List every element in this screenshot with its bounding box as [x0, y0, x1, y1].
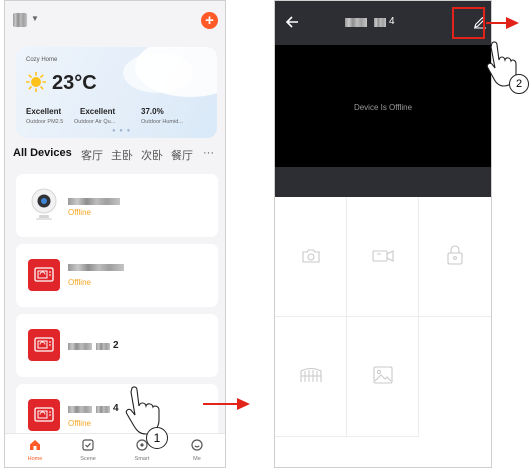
snapshot-control[interactable] [275, 197, 347, 317]
home-name: Cozy Home [26, 57, 58, 63]
nav-me-label: Me [193, 456, 201, 462]
air-quality-value: Excellent [80, 107, 116, 116]
edit-highlight-box [452, 7, 485, 39]
humidity-value: 37.0% [141, 107, 164, 116]
device-status: Offline [68, 419, 91, 428]
device-name-suffix: 4 [113, 403, 119, 414]
temperature: 23°C [52, 72, 97, 94]
device-name [96, 343, 110, 350]
more-tabs-icon[interactable]: ··· [203, 147, 214, 159]
intercom-device-icon [28, 329, 60, 361]
device-name [68, 264, 124, 271]
scene-icon [82, 439, 94, 451]
video-record-icon [372, 250, 394, 262]
device-title-suffix: 4 [389, 16, 395, 27]
pm25-label: Outdoor PM2.5 [26, 119, 64, 125]
chevron-down-icon[interactable]: ▼ [31, 14, 39, 23]
record-control[interactable] [347, 197, 419, 317]
me-icon [191, 439, 203, 451]
back-arrow-icon[interactable] [285, 15, 299, 29]
home-screen: ▼ + Cozy Home 23°C Excellent Outdoor PM2… [4, 0, 226, 468]
device-card[interactable]: Offline [16, 244, 218, 307]
device-status: Offline [68, 278, 91, 287]
nav-home-label: Home [27, 456, 43, 462]
device-title [374, 18, 386, 27]
device-card[interactable]: Offline [16, 174, 218, 237]
device-name-suffix: 2 [113, 340, 119, 351]
device-name [68, 406, 92, 413]
pm25-value: Excellent [26, 107, 62, 116]
intercom-device-icon [28, 259, 60, 291]
unlock-control[interactable] [419, 197, 491, 317]
bottom-nav: Home Scene Smart Me [5, 433, 225, 467]
offline-message: Device Is Offline [353, 103, 413, 112]
nav-scene-label: Scene [80, 456, 96, 462]
home-selector[interactable] [13, 13, 27, 27]
humidity-label: Outdoor Humid... [141, 119, 183, 125]
callout-1: 1 [146, 427, 168, 449]
tab-dining-room[interactable]: 餐厅 [171, 147, 193, 163]
nav-smart-label: Smart [134, 456, 150, 462]
gate-control[interactable] [275, 317, 347, 437]
nav-home[interactable]: Home [15, 434, 55, 467]
home-icon [30, 440, 40, 450]
page-dots: ● ● ● [112, 128, 132, 134]
camera-device-icon [31, 188, 57, 220]
arrow-right-icon [486, 17, 519, 29]
arrow-right-icon [203, 398, 250, 410]
device-status: Offline [68, 208, 91, 217]
add-device-button[interactable]: + [201, 12, 218, 29]
intercom-device-icon [28, 399, 60, 431]
device-name [96, 406, 110, 413]
image-gallery-icon [373, 366, 393, 384]
cloud-decoration [123, 53, 193, 93]
control-strip [275, 167, 491, 197]
device-name [68, 343, 92, 350]
device-card[interactable]: 2 [16, 314, 218, 377]
room-tabs: All Devices 客厅 主卧 次卧 餐厅 ··· [13, 147, 225, 163]
device-title [345, 18, 367, 27]
callout-2: 2 [509, 74, 529, 94]
weather-card[interactable]: Cozy Home 23°C Excellent Outdoor PM2.5 E… [16, 47, 217, 138]
gate-icon [300, 367, 322, 382]
video-preview[interactable]: Device Is Offline [275, 45, 491, 167]
tab-living-room[interactable]: 客厅 [81, 147, 103, 163]
lock-icon [447, 245, 463, 265]
device-detail-screen: 4 Device Is Offline [274, 0, 492, 468]
tab-second-bedroom[interactable]: 次卧 [141, 147, 163, 163]
tab-all-devices[interactable]: All Devices [13, 147, 72, 159]
empty-control-slot [419, 317, 491, 437]
gallery-control[interactable] [347, 317, 419, 437]
sun-icon [26, 72, 46, 92]
device-name [68, 198, 120, 205]
nav-scene[interactable]: Scene [68, 434, 108, 467]
air-quality-label: Outdoor Air Qu... [74, 119, 116, 125]
tab-master-bedroom[interactable]: 主卧 [111, 147, 133, 163]
camera-icon [302, 249, 320, 263]
